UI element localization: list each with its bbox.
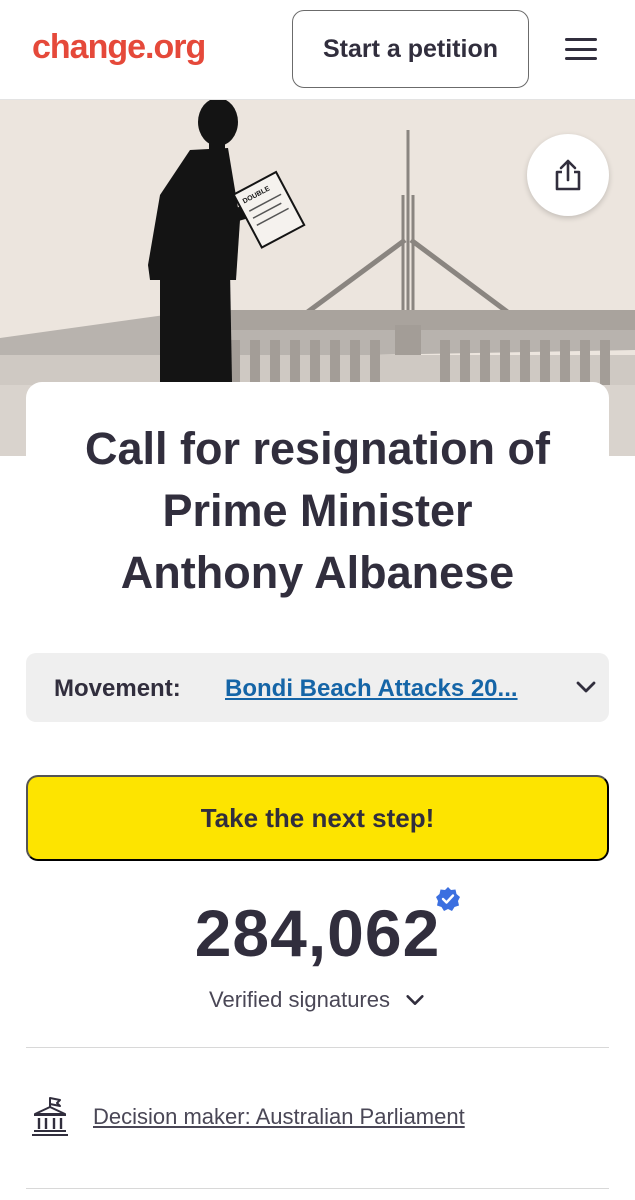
divider [26, 1047, 609, 1048]
title-line: Anthony Albanese [120, 547, 515, 598]
verified-signatures-label: Verified signatures [209, 987, 390, 1012]
movement-label: Movement: [54, 675, 181, 702]
top-bar: change.org Start a petition [0, 0, 635, 100]
hamburger-menu-icon[interactable] [563, 34, 599, 64]
petition-title-card: Call for resignation of Prime Minister A… [26, 382, 609, 642]
movement-link[interactable]: Bondi Beach Attacks 20... [225, 675, 535, 703]
chevron-down-icon [406, 995, 424, 1005]
verified-signatures-toggle[interactable]: Verified signatures [0, 987, 635, 1013]
movement-dropdown[interactable]: Movement: Bondi Beach Attacks 20... [26, 653, 609, 722]
parliament-building-icon [32, 1097, 68, 1136]
share-icon [555, 159, 581, 191]
change-org-logo[interactable]: change.org [32, 28, 206, 67]
decision-maker-link[interactable]: Decision maker: Australian Parliament [93, 1104, 465, 1130]
title-line: Prime Minister [162, 485, 473, 536]
divider [26, 1188, 609, 1189]
title-line: Call for resignation of [84, 423, 551, 474]
signature-count: 284,062 [194, 896, 441, 970]
start-petition-button[interactable]: Start a petition [292, 10, 529, 88]
next-step-button[interactable]: Take the next step! [26, 775, 609, 861]
verified-badge-icon [436, 887, 460, 911]
share-button[interactable] [527, 134, 609, 216]
petition-title: Call for resignation of Prime Minister A… [26, 418, 609, 604]
chevron-down-icon[interactable] [574, 675, 598, 699]
